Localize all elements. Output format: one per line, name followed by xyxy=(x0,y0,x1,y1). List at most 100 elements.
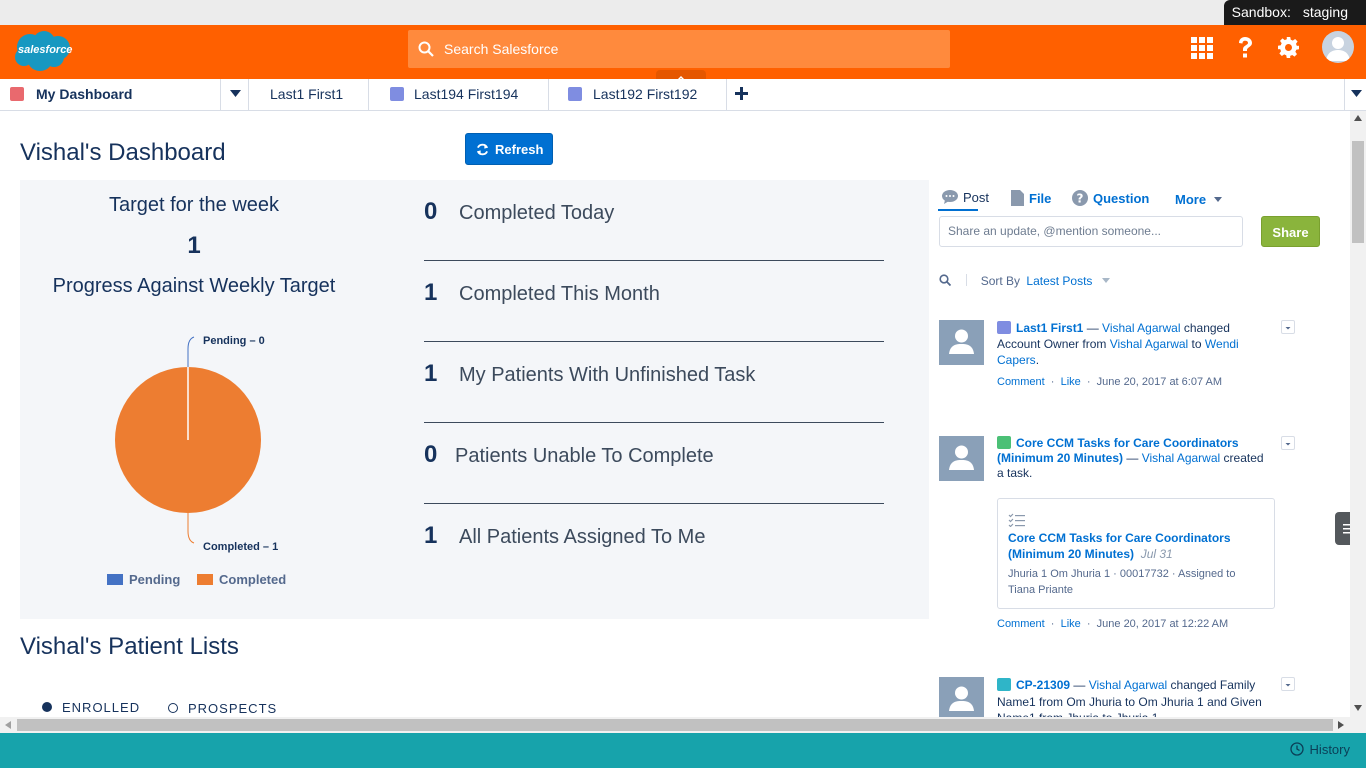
feed-item-menu[interactable] xyxy=(1281,436,1295,450)
actor-link[interactable]: Vishal Agarwal xyxy=(1102,321,1181,335)
tab-last192-first192[interactable]: Last192 First192 xyxy=(549,79,727,110)
tab-last1-first1[interactable]: Last1 First1 xyxy=(249,79,369,110)
feed-sort-row: Sort By Latest Posts xyxy=(938,274,1110,288)
stat-unable-complete[interactable]: 0 Patients Unable To Complete xyxy=(424,423,884,504)
avatar[interactable] xyxy=(939,436,984,481)
sandbox-indicator: Sandbox: staging xyxy=(1223,0,1366,25)
tab-my-dashboard[interactable]: My Dashboard xyxy=(0,79,221,110)
user-avatar[interactable] xyxy=(1322,31,1354,63)
avatar[interactable] xyxy=(939,677,984,717)
utility-panel-handle[interactable] xyxy=(1335,512,1350,545)
tab-label: Last194 First194 xyxy=(414,86,519,102)
scroll-up-icon[interactable] xyxy=(1354,115,1362,121)
feed-tab-question[interactable]: ? Question xyxy=(1072,190,1149,206)
avatar[interactable] xyxy=(939,320,984,365)
separator: — xyxy=(1123,451,1142,465)
tab-last194-first194[interactable]: Last194 First194 xyxy=(369,79,549,110)
like-link[interactable]: Like xyxy=(1061,618,1081,630)
user-icon xyxy=(949,686,974,711)
legend-label: Pending xyxy=(129,572,181,587)
tab-label: Last192 First192 xyxy=(593,86,698,102)
header-pull-tab[interactable] xyxy=(656,70,706,82)
sort-dropdown[interactable]: Latest Posts xyxy=(1026,274,1092,288)
radio-enrolled[interactable]: ENROLLED xyxy=(42,700,140,715)
scroll-down-icon[interactable] xyxy=(1354,705,1362,711)
feed-item-menu[interactable] xyxy=(1281,320,1295,334)
comment-link[interactable]: Comment xyxy=(997,618,1045,630)
share-update-input[interactable]: Share an update, @mention someone... xyxy=(939,216,1243,247)
feed-tab-label: File xyxy=(1029,191,1052,206)
leader-line-completed xyxy=(187,513,195,544)
feed-tab-post[interactable]: Post xyxy=(942,190,989,205)
add-tab-icon[interactable] xyxy=(735,87,748,100)
stat-completed-today[interactable]: 0 Completed Today xyxy=(424,180,884,261)
care-plan-icon xyxy=(997,678,1011,691)
task-card-title-text: Core CCM Tasks for Care Coordinators (Mi… xyxy=(1008,531,1231,561)
progress-label: Progress Against Weekly Target xyxy=(52,275,336,297)
vertical-scroll-thumb[interactable] xyxy=(1352,141,1364,243)
main-content: Vishal's Dashboard Refresh Target for th… xyxy=(0,111,1350,717)
history-button[interactable]: History xyxy=(1289,742,1350,757)
progress-pie-chart: Pending – 0 Completed – 1 xyxy=(115,335,278,553)
refresh-icon xyxy=(476,143,489,156)
user-icon xyxy=(949,445,974,470)
horizontal-scrollbar[interactable] xyxy=(0,717,1366,733)
feed-item-body: Last1 First1 — Vishal Agarwal changed Ac… xyxy=(997,320,1269,368)
from-link[interactable]: Vishal Agarwal xyxy=(1110,337,1189,351)
help-icon[interactable] xyxy=(1236,37,1254,59)
caret-down-icon[interactable] xyxy=(1101,278,1110,283)
feed-tab-more[interactable]: More xyxy=(1175,192,1222,207)
feed-item-menu[interactable] xyxy=(1281,677,1295,691)
logo-text: salesforce xyxy=(18,44,73,56)
timestamp[interactable]: June 20, 2017 at 6:07 AM xyxy=(1097,376,1222,388)
stat-completed-month[interactable]: 1 Completed This Month xyxy=(424,261,884,342)
stat-all-patients[interactable]: 1 All Patients Assigned To Me xyxy=(424,504,884,585)
timestamp[interactable]: June 20, 2017 at 12:22 AM xyxy=(1097,618,1229,630)
history-label: History xyxy=(1309,742,1350,757)
gear-icon[interactable] xyxy=(1278,37,1299,58)
comment-link[interactable]: Comment xyxy=(997,376,1045,388)
vertical-scrollbar[interactable] xyxy=(1350,111,1366,717)
chat-icon xyxy=(942,190,958,204)
legend-label: Completed xyxy=(219,572,287,587)
salesforce-logo[interactable]: salesforce xyxy=(10,29,74,73)
dashboard-icon xyxy=(10,87,24,101)
chevron-down-icon xyxy=(230,90,241,97)
share-button[interactable]: Share xyxy=(1261,216,1320,247)
feed-tab-file[interactable]: File xyxy=(1011,190,1051,206)
app-launcher-icon[interactable] xyxy=(1191,37,1213,59)
tab-menu-button[interactable] xyxy=(221,79,249,110)
stat-label: All Patients Assigned To Me xyxy=(459,526,706,548)
user-icon xyxy=(1326,37,1350,61)
search-placeholder: Search Salesforce xyxy=(444,41,559,57)
record-link[interactable]: Last1 First1 xyxy=(1016,321,1083,335)
search-icon xyxy=(418,41,434,57)
utility-bar: History xyxy=(0,733,1366,768)
stat-value: 1 xyxy=(424,279,438,306)
feed-search-icon[interactable] xyxy=(939,274,952,287)
scroll-left-icon[interactable] xyxy=(5,721,11,729)
clock-icon xyxy=(1289,742,1304,756)
radio-prospects[interactable]: PROSPECTS xyxy=(168,701,277,716)
horizontal-scroll-thumb[interactable] xyxy=(17,719,1333,731)
tab-label: Last1 First1 xyxy=(270,86,344,102)
account-icon xyxy=(997,321,1011,334)
feed-item-body: CP-21309 — Vishal Agarwal changed Family… xyxy=(997,677,1269,717)
stat-unfinished-task[interactable]: 1 My Patients With Unfinished Task xyxy=(424,342,884,423)
actor-link[interactable]: Vishal Agarwal xyxy=(1142,451,1221,465)
active-tab-indicator xyxy=(938,209,978,211)
task-record-card[interactable]: Core CCM Tasks for Care Coordinators (Mi… xyxy=(997,498,1275,609)
actor-link[interactable]: Vishal Agarwal xyxy=(1089,678,1168,692)
refresh-button[interactable]: Refresh xyxy=(465,133,553,165)
record-link[interactable]: CP-21309 xyxy=(1016,678,1070,692)
global-search[interactable]: Search Salesforce xyxy=(408,30,950,68)
divider xyxy=(966,274,968,286)
task-card-title[interactable]: Core CCM Tasks for Care Coordinators (Mi… xyxy=(1008,530,1248,562)
scroll-right-icon[interactable] xyxy=(1338,721,1344,729)
tab-overflow-button[interactable] xyxy=(1344,79,1366,110)
task-card-detail: Jhuria 1 Om Jhuria 1 · 00017732 · Assign… xyxy=(1008,568,1236,596)
user-icon xyxy=(949,329,974,354)
like-link[interactable]: Like xyxy=(1061,376,1081,388)
caret-down-icon xyxy=(1213,197,1222,202)
radio-label: ENROLLED xyxy=(62,700,141,715)
